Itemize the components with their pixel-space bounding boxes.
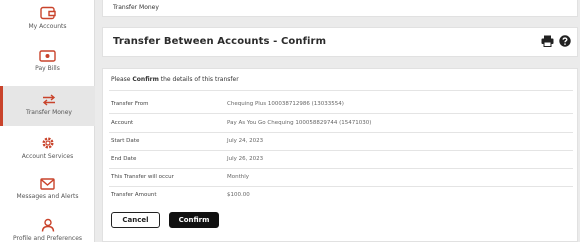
confirm-button[interactable]: Confirm — [169, 212, 219, 228]
frequency-label: This Transfer will occur — [111, 174, 174, 180]
person-icon — [41, 218, 54, 232]
sidebar-item-account-services[interactable]: Account Services — [0, 136, 95, 166]
sidebar-item-label: Profile and Preferences — [12, 235, 83, 242]
sidebar-item-label: Account Services — [21, 153, 74, 160]
sidebar: My Accounts Pay Bills Transfer Money Acc… — [0, 0, 95, 242]
help-icon[interactable] — [559, 35, 571, 47]
intro-suffix: the details of this transfer — [158, 76, 239, 83]
frequency-value: Monthly — [227, 174, 250, 180]
confirm-panel: Please Confirm the details of this trans… — [102, 68, 578, 242]
page-title: Transfer Between Accounts - Confirm — [113, 36, 327, 47]
sidebar-item-label: Transfer Money — [26, 109, 72, 116]
sidebar-item-label: My Accounts — [28, 23, 67, 30]
divider — [109, 113, 573, 114]
sidebar-item-label: Pay Bills — [35, 65, 60, 72]
divider — [109, 150, 573, 151]
start-date-label: Start Date — [111, 138, 140, 144]
wallet-icon — [39, 6, 56, 20]
header-tools — [541, 35, 571, 47]
sidebar-item-my-accounts[interactable]: My Accounts — [0, 6, 95, 40]
account-label: Account — [111, 120, 134, 126]
start-date-value: July 24, 2023 — [227, 138, 264, 144]
divider — [109, 186, 573, 187]
transfer-amount-label: Transfer Amount — [111, 192, 157, 198]
sidebar-item-transfer-money[interactable]: Transfer Money — [0, 86, 95, 126]
divider — [109, 168, 573, 169]
sidebar-item-label: Messages and Alerts — [16, 193, 79, 200]
transfer-icon — [42, 94, 56, 106]
money-icon — [39, 50, 56, 62]
confirm-intro: Please Confirm the details of this trans… — [111, 76, 239, 83]
intro-bold: Confirm — [132, 76, 159, 83]
page-header: Transfer Between Accounts - Confirm — [102, 27, 578, 57]
end-date-value: July 26, 2023 — [227, 156, 264, 162]
divider — [109, 90, 573, 91]
print-icon[interactable] — [541, 35, 554, 47]
divider — [109, 132, 573, 133]
gear-icon — [41, 137, 54, 149]
envelope-icon — [40, 178, 55, 190]
cancel-button[interactable]: Cancel — [111, 212, 160, 228]
sidebar-item-messages-and-alerts[interactable]: Messages and Alerts — [0, 178, 95, 208]
intro-prefix: Please — [111, 76, 133, 83]
sidebar-item-pay-bills[interactable]: Pay Bills — [0, 50, 95, 80]
breadcrumb: Transfer Money — [102, 0, 578, 17]
account-value: Pay As You Go Chequing 100058829744 (154… — [227, 120, 372, 126]
sidebar-item-profile-and-preferences[interactable]: Profile and Preferences — [0, 218, 95, 242]
breadcrumb-current: Transfer Money — [113, 4, 159, 11]
end-date-label: End Date — [111, 156, 137, 162]
transfer-from-label: Transfer From — [111, 101, 149, 107]
transfer-amount-value: $100.00 — [227, 192, 250, 198]
transfer-from-value: Chequing Plus 100038712986 (13033554) — [227, 101, 344, 107]
